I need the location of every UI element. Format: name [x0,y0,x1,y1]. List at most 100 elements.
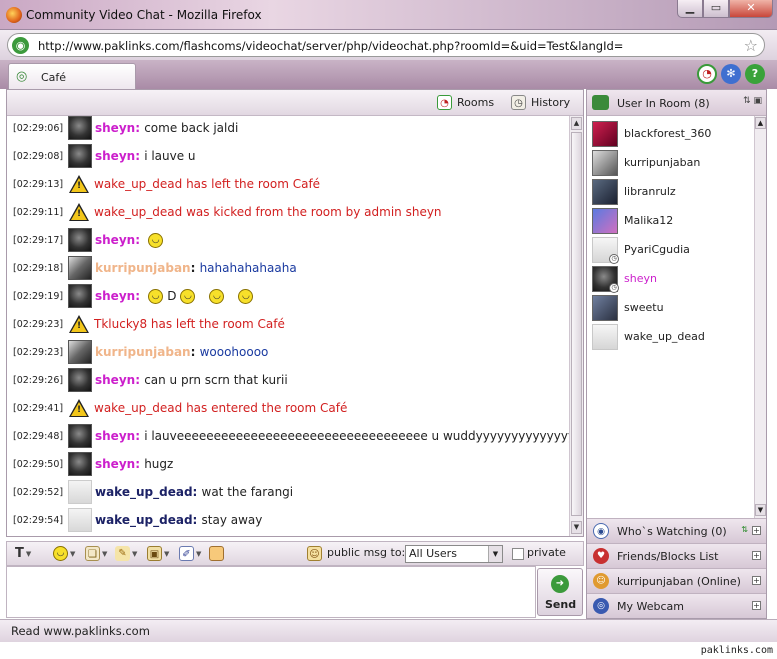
user-item[interactable]: wake_up_dead [592,323,705,350]
sort-icon[interactable]: ⇅ [741,526,748,535]
message-user[interactable]: sheyn [95,429,135,443]
message-user[interactable]: sheyn [95,233,135,247]
expand-icon[interactable]: + [752,526,761,535]
message-time: [02:29:48] [13,430,64,442]
message-scrollbar[interactable]: ▲ ▼ [569,116,583,536]
user-status-panel[interactable]: ☺ kurripunjaban (Online) + [587,568,766,593]
smiley-emoticon-icon: ◡ [238,288,254,304]
message-user[interactable]: wake_up_dead [95,485,193,499]
tab-label: Café [41,71,67,84]
message-row: [02:29:18] kurripunjaban: hahahahahaaha [13,256,297,280]
message-user[interactable]: sheyn [95,289,135,303]
tab-cafe-room[interactable]: ◎ Café [8,63,136,89]
send-button[interactable]: ➜ Send [537,568,583,616]
help-icon[interactable]: ? [745,64,765,84]
address-bar[interactable]: ◉ http://www.paklinks.com/flashcoms/vide… [7,33,765,57]
avatar[interactable] [68,340,92,364]
attachment-button[interactable]: ❏ ▼ [85,546,107,561]
message-input[interactable] [6,566,536,618]
recipient-icon: ☺ [307,546,322,561]
message-time: [02:29:13] [13,178,64,190]
recipient-value: All Users [409,547,457,560]
avatar[interactable] [68,256,92,280]
user-item[interactable]: ◷ PyariCgudia [592,236,690,264]
avatar[interactable] [68,144,92,168]
message-user[interactable]: sheyn [95,121,135,135]
user-name: libranrulz [624,185,676,198]
dropdown-arrow-icon[interactable]: ▼ [488,546,502,562]
scroll-up-arrow-icon[interactable]: ▲ [755,117,766,129]
send-arrow-icon: ➜ [551,575,569,593]
expand-icon[interactable]: + [752,601,761,610]
maximize-button[interactable]: ▭ [703,0,729,18]
message-row: [02:29:54] wake_up_dead: stay away [13,508,262,532]
avatar[interactable] [68,508,92,532]
message-row: [02:29:50] sheyn: hugz [13,452,173,476]
user-name: Malika12 [624,214,674,227]
avatar[interactable] [68,228,92,252]
user-item[interactable]: Malika12 [592,207,673,234]
text-format-button[interactable]: T ▼ [15,546,31,561]
expand-icon[interactable]: + [752,576,761,585]
message-time: [02:29:50] [13,458,64,470]
message-text: i lauveeeeeeeeeeeeeeeeeeeeeeeeeeeeeeeeee… [144,429,569,443]
expand-icon[interactable]: + [752,551,761,560]
app-header: ◎ Café ◔ ✻ ? [0,60,777,89]
avatar[interactable] [68,368,92,392]
browser-status-bar: Read www.paklinks.com [0,619,777,642]
avatar[interactable] [68,452,92,476]
site-identity-icon[interactable]: ◉ [12,37,29,54]
user-list-scrollbar[interactable]: ▲ ▼ [754,116,766,518]
image-button[interactable]: ▣ ▼ [147,546,169,561]
chat-rooms-icon[interactable]: ◔ [697,64,717,84]
avatar[interactable] [68,284,92,308]
sort-icon[interactable]: ⇅ ▣ [743,96,762,106]
message-list: [02:29:06] sheyn: come back jaldi [02:29… [7,116,569,536]
scroll-up-arrow-icon[interactable]: ▲ [571,117,582,130]
bookmark-star-icon[interactable]: ☆ [744,36,758,55]
url-text[interactable]: http://www.paklinks.com/flashcoms/videoc… [38,39,623,53]
avatar[interactable] [68,480,92,504]
message-user[interactable]: kurripunjaban [95,261,191,275]
recipient-select[interactable]: All Users ▼ [405,545,503,563]
private-checkbox[interactable] [512,548,524,560]
user-item[interactable]: libranrulz [592,178,676,205]
smiley-emoticon-icon: ◡ [148,288,164,304]
edit-button[interactable]: ✐ ▼ [179,546,201,561]
message-row: [02:29:19] sheyn: ◡ D ◡ ◡ ◡ [13,284,257,308]
my-webcam-panel[interactable]: ◎ My Webcam + [587,593,766,618]
avatar[interactable] [68,116,92,140]
close-button[interactable]: ✕ [729,0,773,18]
message-time: [02:29:06] [13,122,64,134]
scroll-thumb[interactable] [571,132,582,516]
user-name: sweetu [624,301,664,314]
message-user[interactable]: wake_up_dead [95,513,193,527]
send-label: Send [545,598,577,611]
friends-blocks-panel[interactable]: ♥ Friends/Blocks List + [587,543,766,568]
effects-button[interactable]: ✎ ▼ [115,546,137,561]
users-header[interactable]: User In Room (8) ⇅ ▣ [587,90,766,116]
message-user[interactable]: kurripunjaban [95,345,191,359]
message-user[interactable]: sheyn [95,149,135,163]
user-item[interactable]: sweetu [592,294,664,321]
browser-toolbar: ◉ http://www.paklinks.com/flashcoms/vide… [0,30,777,60]
scroll-down-arrow-icon[interactable]: ▼ [571,521,582,534]
message-user[interactable]: sheyn [95,373,135,387]
user-item[interactable]: blackforest_360 [592,120,711,147]
message-user[interactable]: sheyn [95,457,135,471]
user-item[interactable]: ◷ sheyn [592,265,657,293]
user-name: wake_up_dead [624,330,705,343]
user-item[interactable]: kurripunjaban [592,149,700,176]
scroll-down-arrow-icon[interactable]: ▼ [755,504,766,516]
color-button[interactable] [209,546,224,561]
minimize-button[interactable]: ▁ [677,0,703,18]
message-time: [02:29:41] [13,402,64,414]
rooms-button[interactable]: ◔ Rooms [437,95,494,110]
user-name: sheyn [624,272,657,285]
settings-gear-icon[interactable]: ✻ [721,64,741,84]
avatar[interactable] [68,424,92,448]
emoticons-button[interactable]: ◡ ▼ [53,546,75,561]
history-label: History [531,96,571,109]
history-button[interactable]: ◷ History [511,95,570,110]
whos-watching-panel[interactable]: ◉ Who`s Watching (0) ⇅ + [587,518,766,543]
